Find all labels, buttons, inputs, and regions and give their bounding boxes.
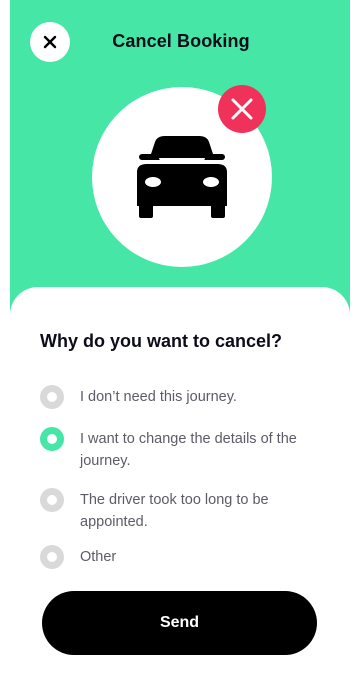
reason-option[interactable]: Other xyxy=(40,545,330,569)
reason-label: The driver took too long to be appointed… xyxy=(80,492,269,530)
cancel-x-icon xyxy=(231,98,253,120)
car-icon xyxy=(137,136,227,218)
reason-label: I don’t need this journey. xyxy=(80,389,237,405)
page-title: Cancel Booking xyxy=(112,31,250,51)
cancel-badge xyxy=(218,85,266,133)
radio-button[interactable] xyxy=(40,488,64,512)
send-button[interactable]: Send xyxy=(42,591,317,655)
reason-option[interactable]: I don’t need this journey. xyxy=(40,385,330,409)
cancel-question: Why do you want to cancel? xyxy=(40,331,283,351)
page-margin-left xyxy=(0,0,10,686)
reason-label: I want to change the details of the jour… xyxy=(80,431,297,469)
radio-button[interactable] xyxy=(40,545,64,569)
radio-button[interactable] xyxy=(40,385,64,409)
page-margin-right xyxy=(350,0,360,686)
reason-option[interactable]: I want to change the details of the jour… xyxy=(40,427,330,472)
radio-button-selected[interactable] xyxy=(40,427,64,451)
reason-label: Other xyxy=(80,549,117,565)
reason-option[interactable]: The driver took too long to be appointed… xyxy=(40,488,330,533)
